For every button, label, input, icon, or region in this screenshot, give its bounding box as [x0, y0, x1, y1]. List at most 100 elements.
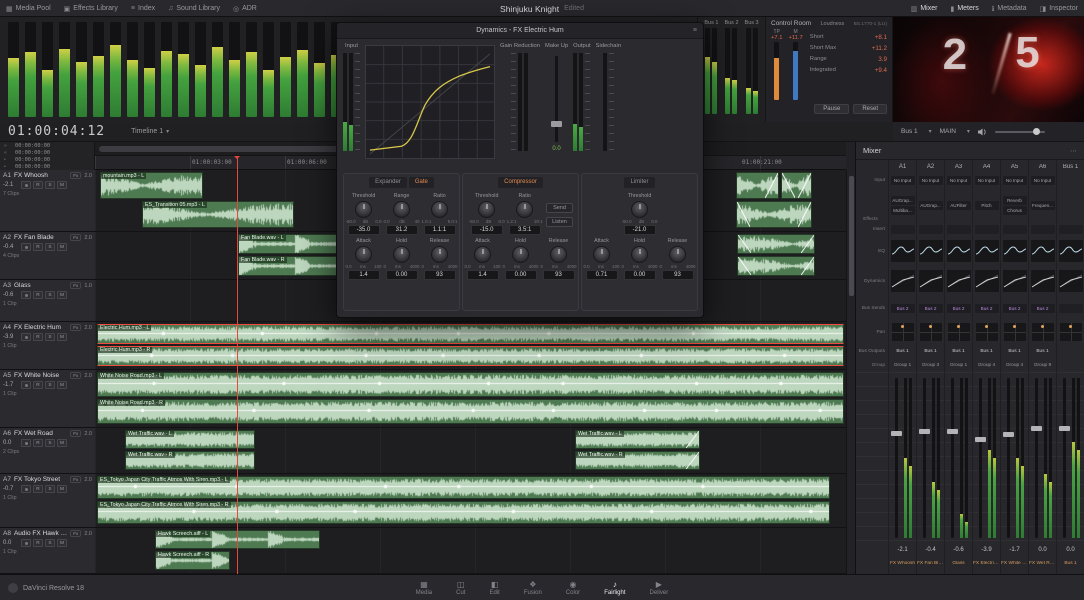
strip-eq-thumbnail[interactable]	[918, 240, 943, 262]
track-header-a3[interactable]: A3 Glass Fx 1.0 -0.6 R S M 1 Clip	[0, 280, 95, 322]
track-header-a1[interactable]: A1 FX Whoosh Fx 2.0 -2.1 R S M 7 Clips	[0, 170, 95, 232]
track-volume-value[interactable]: 0.0	[3, 440, 19, 446]
threshold-knob[interactable]	[355, 201, 372, 218]
toolbar-button-adr[interactable]: ◎ ADR	[233, 5, 257, 13]
strip-pan-control[interactable]	[975, 323, 998, 341]
track-m-button[interactable]: M	[57, 439, 67, 447]
track-arm-button[interactable]	[21, 485, 31, 493]
strip-bus-send-slot[interactable]: Bus 2	[890, 303, 915, 313]
track-arm-button[interactable]	[21, 381, 31, 389]
audio-clip[interactable]: ES_Tokyo Japan City Traffic Atmos With S…	[97, 501, 830, 524]
audio-clip[interactable]: Hawk Screech.aiff - R	[155, 551, 230, 570]
toolbar-button-media-pool[interactable]: ▦ Media Pool	[6, 5, 51, 13]
strip-db-value[interactable]: -2.1	[897, 547, 907, 553]
track-r-button[interactable]: R	[33, 181, 43, 189]
release-knob[interactable]	[550, 246, 567, 263]
clip-fade-in-handle[interactable]	[738, 235, 751, 253]
ratio-value[interactable]: 3.5:1	[508, 225, 541, 235]
track-m-button[interactable]: M	[57, 243, 67, 251]
ratio-value[interactable]: 1.1:1	[423, 225, 456, 235]
attack-value[interactable]: 1.4	[466, 270, 499, 280]
attack-knob[interactable]	[474, 246, 491, 263]
track-volume-value[interactable]: -1.7	[3, 382, 19, 388]
track-volume-value[interactable]: -3.9	[3, 334, 19, 340]
track-m-button[interactable]: M	[57, 181, 67, 189]
strip-fader[interactable]	[919, 378, 930, 538]
strip-input-slot[interactable]: No Input	[1002, 176, 1027, 185]
timeline-selector[interactable]: Timeline 1	[131, 128, 163, 135]
track-fx-badge[interactable]: Fx	[70, 234, 82, 241]
strip-bus-send-slot[interactable]: Bus 2	[946, 303, 971, 313]
volume-slider-handle[interactable]	[1032, 128, 1040, 135]
clip-fade-out-handle[interactable]	[798, 202, 811, 227]
page-tab-edit[interactable]: ◧ Edit	[489, 580, 499, 596]
attack-knob[interactable]	[355, 246, 372, 263]
expander-toggle[interactable]: Expander	[369, 177, 407, 188]
track-arm-button[interactable]	[21, 291, 31, 299]
send-button[interactable]: Send	[546, 203, 573, 213]
strip-fader[interactable]	[1003, 378, 1014, 538]
release-knob[interactable]	[669, 246, 686, 263]
strip-effect-slot[interactable]: AUGrap...	[890, 195, 915, 205]
page-tab-cut[interactable]: ◫ Cut	[456, 580, 465, 596]
clip-fade-out-handle[interactable]	[686, 452, 699, 469]
threshold-value[interactable]: -21.0	[623, 225, 656, 235]
toolbar-button-index[interactable]: ≡ Index	[131, 5, 155, 12]
track-r-button[interactable]: R	[33, 333, 43, 341]
limiter-toggle[interactable]: Limiter	[624, 177, 655, 188]
strip-insert-slot[interactable]	[1058, 224, 1083, 234]
track-lane-a8[interactable]: Hawk Screech.aiff - L Hawk Screech.aiff -…	[95, 528, 846, 574]
strip-pan-control[interactable]	[1031, 323, 1054, 341]
track-fx-badge[interactable]: Fx	[70, 430, 82, 437]
strip-insert-slot[interactable]	[918, 224, 943, 234]
track-header-a8[interactable]: A8 Audio FX Hawk Sc.. Fx 2.0 0.0 R S M 1 Clip	[0, 528, 95, 574]
attack-knob[interactable]	[593, 246, 610, 263]
track-arm-button[interactable]	[21, 333, 31, 341]
release-value[interactable]: 93	[542, 270, 575, 280]
track-fx-badge[interactable]: Fx	[70, 324, 82, 331]
audio-clip[interactable]: Wet Traffic.wav - L	[575, 430, 700, 449]
strip-insert-slot[interactable]	[974, 224, 999, 234]
audio-clip[interactable]	[736, 172, 779, 199]
track-volume-value[interactable]: -2.1	[3, 182, 19, 188]
fader-handle[interactable]	[891, 430, 902, 436]
track-m-button[interactable]: M	[57, 291, 67, 299]
strip-fader[interactable]	[1031, 378, 1042, 538]
audio-clip[interactable]: Electric Hum.mp3 - R	[97, 346, 844, 366]
page-tab-fairlight[interactable]: ♪ Fairlight	[604, 580, 625, 596]
clip-fade-in-handle[interactable]	[737, 202, 750, 227]
toolbar-button-meters[interactable]: ▮ Meters	[950, 5, 978, 13]
clip-fade-in-handle[interactable]	[782, 173, 795, 198]
range-value[interactable]: 31.2	[385, 225, 418, 235]
scrollbar-thumb[interactable]	[849, 176, 854, 296]
hold-knob[interactable]	[393, 246, 410, 263]
makeup-slider[interactable]	[551, 56, 563, 142]
toolbar-button-sound-library[interactable]: ♫ Sound Library	[168, 5, 220, 12]
strip-db-value[interactable]: 0.0	[1066, 547, 1074, 553]
audio-clip[interactable]	[737, 234, 815, 254]
track-lane-a6[interactable]: Wet Traffic.wav - L Wet Traffic.wav - R We…	[95, 428, 846, 474]
pause-button[interactable]: Pause	[814, 104, 850, 114]
hold-knob[interactable]	[631, 246, 648, 263]
track-header-a4[interactable]: A4 FX Electric Hum Fx 2.0 -3.9 R S M 1 Clip	[0, 322, 95, 370]
fader-handle[interactable]	[1031, 426, 1042, 431]
strip-insert-slot[interactable]	[1002, 224, 1027, 234]
track-r-button[interactable]: R	[33, 243, 43, 251]
gate-toggle[interactable]: Gate	[408, 177, 434, 188]
track-r-button[interactable]: R	[33, 485, 43, 493]
track-s-button[interactable]: S	[45, 291, 55, 299]
track-header-a7[interactable]: A7 FX Tokyo Street Fx 2.0 -0.7 R S M 1 Clip	[0, 474, 95, 528]
strip-bus-send-slot[interactable]: Bus 2	[1030, 303, 1055, 313]
strip-pan-control[interactable]	[1003, 323, 1026, 341]
strip-dynamics-thumbnail[interactable]	[1002, 270, 1027, 292]
track-arm-button[interactable]	[21, 181, 31, 189]
strip-pan-control[interactable]	[919, 323, 942, 341]
strip-effect-slot[interactable]: Reverb	[1002, 195, 1027, 205]
strip-dynamics-thumbnail[interactable]	[890, 270, 915, 292]
track-m-button[interactable]: M	[57, 333, 67, 341]
strip-eq-thumbnail[interactable]	[974, 240, 999, 262]
strip-insert-slot[interactable]	[890, 224, 915, 234]
hold-knob[interactable]	[512, 246, 529, 263]
track-s-button[interactable]: S	[45, 333, 55, 341]
strip-effect-slot[interactable]: Multiba...	[890, 205, 915, 215]
